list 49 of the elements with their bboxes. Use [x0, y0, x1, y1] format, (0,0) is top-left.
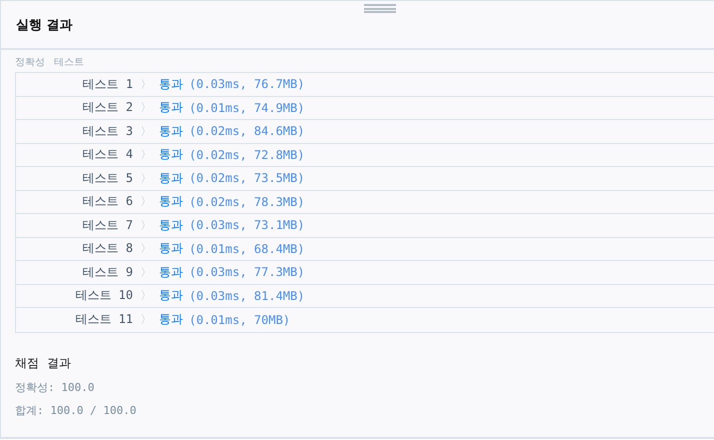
test-label: 테스트 11: [74, 311, 133, 328]
test-detail: (0.02ms, 72.8MB): [189, 148, 305, 162]
separator: 〉: [140, 124, 152, 139]
separator: 〉: [140, 264, 152, 280]
test-label: 테스트 3: [82, 122, 133, 140]
separator: 〉: [140, 312, 152, 328]
grading-line: 합계: 100.0 / 100.0: [15, 402, 138, 418]
test-label: 테스트 5: [82, 170, 133, 187]
test-status: 통과: [159, 216, 183, 234]
test-label: 테스트 7: [82, 216, 133, 234]
separator: 〉: [140, 170, 152, 186]
test-status: 통과: [159, 170, 183, 187]
test-label: 테스트 1: [82, 76, 133, 93]
test-label: 테스트 10: [74, 287, 133, 304]
test-detail: (0.01ms, 68.4MB): [189, 242, 305, 256]
test-status: 통과: [159, 99, 183, 116]
test-detail: (0.03ms, 81.4MB): [189, 288, 305, 303]
test-detail: (0.03ms, 77.3MB): [189, 265, 305, 280]
separator: 〉: [140, 194, 152, 210]
test-detail: (0.01ms, 70MB): [189, 312, 290, 327]
panel-title: 실행 결과: [16, 16, 73, 34]
test-detail: (0.01ms, 74.9MB): [189, 100, 305, 115]
test-status: 통과: [159, 311, 183, 328]
test-detail: (0.03ms, 73.1MB): [189, 218, 305, 232]
test-label: 테스트 9: [82, 264, 133, 281]
grading-title: 채점 결과: [15, 354, 72, 372]
separator: 〉: [140, 288, 152, 304]
test-detail: (0.02ms, 84.6MB): [189, 124, 305, 138]
separator: 〉: [140, 100, 152, 116]
test-label: 테스트 6: [82, 193, 133, 210]
test-status: 통과: [159, 76, 183, 93]
test-status: 통과: [159, 146, 183, 164]
test-status: 통과: [159, 193, 183, 210]
test-label: 테스트 2: [82, 99, 133, 116]
resize-handle-icon[interactable]: [364, 4, 396, 13]
test-label: 테스트 4: [82, 146, 133, 164]
test-status: 통과: [159, 287, 183, 304]
test-detail: (0.02ms, 73.5MB): [189, 171, 305, 186]
test-status: 통과: [159, 240, 183, 258]
separator: 〉: [140, 147, 152, 162]
separator: 〉: [140, 241, 152, 256]
test-status: 통과: [159, 264, 183, 281]
grading-line: 정확성: 100.0: [15, 380, 96, 394]
test-status: 통과: [159, 122, 183, 140]
separator: 〉: [140, 218, 152, 233]
test-detail: (0.03ms, 76.7MB): [189, 77, 305, 92]
separator: 〉: [140, 76, 152, 92]
test-label: 테스트 8: [82, 240, 133, 258]
test-detail: (0.02ms, 78.3MB): [189, 194, 305, 209]
